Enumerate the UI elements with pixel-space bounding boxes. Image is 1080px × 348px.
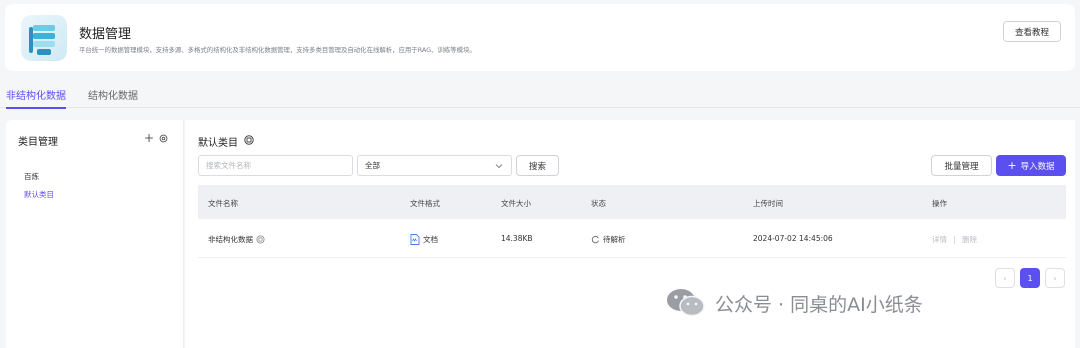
view-tutorial-button[interactable]: 查看教程	[1003, 21, 1061, 42]
category-title: 默认类目	[198, 138, 238, 149]
page-1-button[interactable]: 1	[1020, 268, 1040, 288]
main-panel: 默认类目 搜索文件名称 全部 搜索 批量管理 + 导入数据 文件名称 文件格式 …	[185, 120, 1075, 348]
file-name-cell: 非结构化数据	[208, 234, 265, 245]
import-data-button[interactable]: + 导入数据	[996, 155, 1066, 176]
action-divider	[954, 235, 955, 244]
table-header: 文件名称 文件格式 文件大小 状态 上传时间 操作	[198, 185, 1066, 219]
status-filter-select[interactable]: 全部	[357, 155, 512, 176]
wechat-icon	[667, 289, 705, 317]
status-filter-value: 全部	[365, 161, 380, 170]
data-type-tabs: 非结构化数据 结构化数据	[0, 80, 1080, 109]
prev-page-button[interactable]: ‹	[995, 268, 1015, 288]
watermark-text: 公众号 · 同桌的AI小纸条	[715, 293, 923, 316]
sidebar-item-default-category[interactable]: 默认类目	[24, 189, 54, 200]
chevron-down-icon	[495, 164, 503, 169]
actions-cell: 详情 删除	[932, 234, 977, 245]
table-row: 非结构化数据 文档 14.38KB 待解析 2024-07-02 14:45:0…	[198, 220, 1066, 258]
search-button[interactable]: 搜索	[516, 155, 559, 176]
file-id-icon[interactable]	[256, 235, 265, 244]
file-size: 14.38KB	[501, 234, 533, 243]
column-file-size: 文件大小	[501, 199, 531, 208]
pending-status-icon	[591, 235, 599, 244]
page-title: 数据管理	[79, 27, 132, 42]
sidebar-item-bailian[interactable]: 百炼	[24, 171, 39, 182]
details-link[interactable]: 详情	[932, 234, 947, 245]
file-format: 文档	[423, 235, 438, 244]
column-file-format: 文件格式	[410, 199, 440, 208]
page-description: 平台统一的数据管理模块，支持多源、多格式的结构化及非结构化数据管理，支持多类目管…	[79, 46, 476, 54]
column-actions: 操作	[932, 199, 947, 208]
watermark: 公众号 · 同桌的AI小纸条	[665, 287, 923, 319]
file-name[interactable]: 非结构化数据	[208, 234, 253, 245]
status-text: 待解析	[603, 235, 626, 244]
column-file-name: 文件名称	[208, 199, 238, 208]
column-status: 状态	[591, 199, 606, 208]
file-format-cell: 文档	[410, 234, 438, 245]
data-management-page: 数据管理 平台统一的数据管理模块，支持多源、多格式的结构化及非结构化数据管理，支…	[0, 0, 1080, 348]
upload-time: 2024-07-02 14:45:06	[753, 234, 833, 243]
tab-unstructured-data[interactable]: 非结构化数据	[6, 87, 66, 109]
delete-link[interactable]: 删除	[962, 234, 977, 245]
category-id-icon[interactable]	[244, 135, 254, 145]
sidebar-title: 类目管理	[18, 137, 58, 148]
column-upload-time: 上传时间	[753, 199, 783, 208]
header-card: 数据管理 平台统一的数据管理模块，支持多源、多格式的结构化及非结构化数据管理，支…	[5, 4, 1075, 71]
file-search-input[interactable]: 搜索文件名称	[198, 155, 353, 176]
add-category-icon[interactable]: +	[144, 132, 154, 144]
document-icon	[410, 234, 420, 245]
category-settings-icon[interactable]	[159, 134, 168, 143]
import-data-label: 导入数据	[1020, 161, 1055, 172]
tab-structured-data[interactable]: 结构化数据	[88, 87, 138, 102]
plus-icon: +	[1007, 158, 1017, 172]
data-management-logo-icon	[21, 15, 67, 61]
batch-manage-button[interactable]: 批量管理	[931, 155, 992, 176]
status-cell: 待解析	[591, 234, 626, 245]
category-sidebar: 类目管理 + 百炼 默认类目	[6, 120, 184, 348]
next-page-button[interactable]: ›	[1045, 268, 1065, 288]
